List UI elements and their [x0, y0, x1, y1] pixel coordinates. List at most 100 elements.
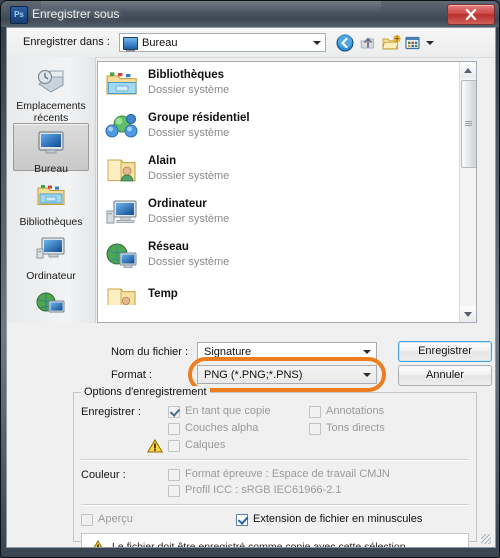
cancel-button[interactable]: Annuler	[398, 365, 492, 386]
window-title: Enregistrer sous	[32, 7, 120, 21]
checkbox-layers-label: Calques	[185, 439, 226, 451]
recent-places-icon	[33, 65, 69, 95]
scroll-down-button[interactable]	[460, 306, 476, 322]
list-item[interactable]: Réseau Dossier système	[98, 236, 460, 279]
checkbox-layers[interactable]	[168, 440, 180, 452]
chevron-down-icon	[426, 41, 434, 45]
desktop-icon	[123, 37, 138, 52]
checkbox-preview-label: Aperçu	[98, 513, 133, 525]
file-name: Temp	[148, 288, 178, 300]
file-type: Dossier système	[148, 213, 230, 225]
file-name: Groupe résidentiel	[148, 112, 250, 124]
dialog-client-area: Enregistrer dans : Bureau Emplacements r…	[6, 27, 496, 548]
format-value: PNG (*.PNG;*.PNS)	[204, 369, 303, 381]
places-sidebar: Emplacements récents Bureau Bibliothèque…	[7, 57, 96, 325]
lookin-value: Bureau	[142, 37, 178, 49]
list-item[interactable]: Ordinateur Dossier système	[98, 193, 460, 236]
vertical-scrollbar[interactable]	[459, 62, 476, 322]
format-combobox[interactable]: PNG (*.PNG;*.PNS)	[197, 365, 377, 384]
lookin-toolbar: Enregistrer dans : Bureau	[7, 28, 495, 58]
computer-icon	[104, 197, 140, 231]
checkbox-proof-setup[interactable]	[168, 469, 180, 481]
checkbox-annotations[interactable]	[309, 406, 321, 418]
chevron-down-icon	[313, 41, 321, 45]
file-type: Dossier système	[148, 256, 230, 268]
save-options-legend: Options d'enregistrement	[81, 386, 210, 398]
sidebar-item-bureau[interactable]: Bureau	[13, 123, 89, 175]
chevron-up-icon	[464, 68, 472, 73]
filename-label-text: Nom du fichier :	[111, 346, 189, 358]
checkbox-icc-profile[interactable]	[168, 485, 180, 497]
checkbox-spot-colors[interactable]	[309, 423, 321, 435]
divider	[81, 459, 469, 461]
lookin-label: Enregistrer dans :	[23, 36, 110, 48]
checkbox-annotations-label: Annotations	[326, 405, 385, 417]
sidebar-item-libraries[interactable]: Bibliothèques	[13, 177, 89, 228]
checkbox-proof-setup-label: Format épreuve : Espace de travail CMJN	[185, 468, 390, 480]
list-item[interactable]: Temp	[98, 279, 460, 305]
network-icon	[33, 289, 69, 319]
file-name: Bibliothèques	[148, 69, 225, 81]
lookin-combobox[interactable]: Bureau	[119, 33, 326, 52]
file-type: Dossier système	[148, 127, 230, 139]
chevron-down-icon	[363, 350, 371, 354]
libraries-folder-icon	[104, 68, 140, 102]
close-icon	[465, 8, 477, 20]
list-item[interactable]: Bibliothèques Dossier système	[98, 64, 460, 107]
back-button[interactable]	[335, 33, 357, 53]
views-icon	[405, 36, 420, 50]
sidebar-item-label: Réseau	[13, 324, 89, 325]
save-as-dialog-window: Ps Enregistrer sous Enregistrer dans : B…	[0, 0, 500, 558]
checkbox-icc-profile-label: Profil ICC : sRGB IEC61966-2.1	[185, 484, 342, 496]
list-item[interactable]: Alain Dossier système	[98, 150, 460, 193]
resize-grip[interactable]	[481, 534, 491, 544]
file-list[interactable]: Bibliothèques Dossier système Groupe rés…	[97, 61, 477, 323]
computer-icon	[33, 235, 69, 265]
views-button[interactable]	[403, 33, 435, 53]
warning-message-box: Le fichier doit être enregistré comme co…	[81, 533, 469, 548]
file-name: Réseau	[148, 241, 189, 253]
checkbox-save-as-copy[interactable]	[168, 406, 180, 418]
new-folder-icon	[382, 35, 401, 50]
checkbox-lowercase-extension[interactable]	[236, 514, 248, 526]
chevron-down-icon	[464, 312, 472, 317]
up-folder-icon	[360, 37, 374, 49]
file-name: Ordinateur	[148, 198, 207, 210]
warning-message-text: Le fichier doit être enregistré comme co…	[112, 541, 409, 548]
divider	[81, 504, 469, 506]
titlebar[interactable]: Ps Enregistrer sous	[1, 1, 500, 27]
scroll-up-button[interactable]	[460, 62, 476, 78]
folder-icon	[104, 283, 140, 305]
filename-input[interactable]: Signature	[197, 342, 377, 361]
network-icon	[104, 240, 140, 274]
format-label-text: Format :	[111, 369, 152, 381]
save-button[interactable]: Enregistrer	[398, 341, 492, 362]
photoshop-app-icon: Ps	[10, 6, 28, 24]
color-row-label: Couleur :	[81, 469, 126, 481]
new-folder-button[interactable]	[381, 33, 403, 53]
scrollbar-thumb[interactable]	[461, 80, 476, 168]
checkbox-spot-colors-label: Tons directs	[326, 422, 385, 434]
file-type: Dossier système	[148, 170, 230, 182]
libraries-icon	[33, 181, 69, 211]
filename-value: Signature	[204, 346, 252, 358]
sidebar-item-recent-places[interactable]: Emplacements récents	[13, 61, 89, 124]
user-folder-icon	[104, 154, 140, 188]
homegroup-icon	[104, 111, 140, 145]
close-button[interactable]	[447, 4, 495, 25]
save-row-label: Enregistrer :	[81, 406, 141, 418]
sidebar-item-network[interactable]: Réseau	[13, 285, 89, 325]
checkbox-preview[interactable]	[81, 514, 93, 526]
checkbox-alpha-channels[interactable]	[168, 423, 180, 435]
list-item[interactable]: Groupe résidentiel Dossier système	[98, 107, 460, 150]
warning-icon	[90, 540, 106, 547]
desktop-icon	[33, 128, 69, 158]
format-label: Format :	[111, 369, 152, 381]
back-icon	[336, 34, 354, 52]
sidebar-item-computer[interactable]: Ordinateur	[13, 231, 89, 282]
checkbox-alpha-channels-label: Couches alpha	[185, 422, 259, 434]
chevron-down-icon	[363, 373, 371, 377]
up-folder-button[interactable]	[358, 33, 380, 53]
sidebar-item-label: Bibliothèques	[19, 216, 83, 228]
sidebar-item-label: Bureau	[34, 163, 68, 175]
